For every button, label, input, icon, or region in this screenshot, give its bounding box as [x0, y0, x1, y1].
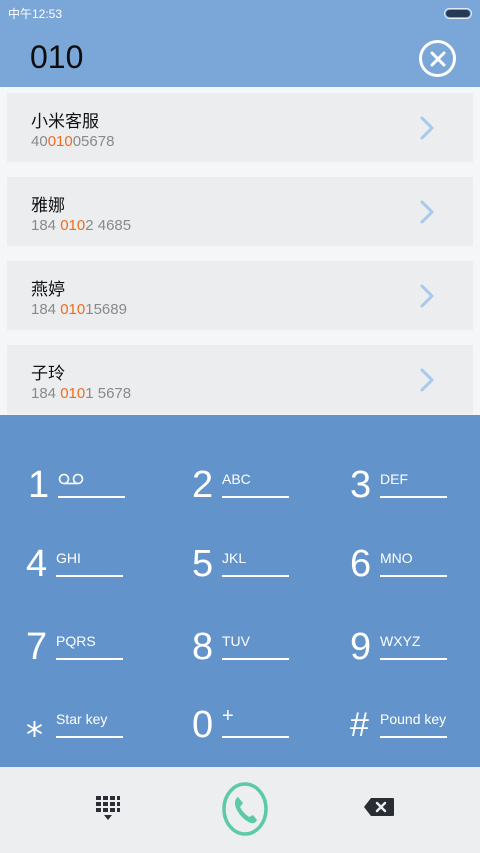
chevron-right-icon[interactable]	[419, 116, 435, 140]
key-2[interactable]: 2 ABC	[192, 463, 332, 523]
key-pound[interactable]: # Pound key	[350, 703, 480, 763]
match-highlight: 010	[60, 301, 86, 318]
call-icon	[234, 797, 257, 824]
star-icon: ⁎	[26, 706, 43, 744]
key-underline	[222, 575, 289, 577]
key-underline	[56, 658, 123, 660]
key-letters: TUV	[222, 633, 250, 649]
bottom-action-bar	[0, 767, 480, 853]
chevron-right-icon[interactable]	[419, 200, 435, 224]
contact-name: 雅娜	[31, 196, 65, 216]
key-underline	[56, 575, 123, 577]
key-0[interactable]: 0 +	[192, 703, 332, 763]
key-digit: 5	[192, 543, 214, 585]
key-7[interactable]: 7 PQRS	[26, 625, 166, 685]
key-underline	[380, 658, 447, 660]
key-digit: 7	[26, 626, 48, 668]
contact-name: 小米客服	[31, 112, 99, 132]
match-highlight: 010	[47, 133, 73, 150]
key-digit: 3	[350, 464, 372, 506]
list-item[interactable]: 小米客服 4001005678	[7, 93, 473, 162]
key-4[interactable]: 4 GHI	[26, 542, 166, 602]
dial-number-display[interactable]: 010	[30, 39, 83, 76]
key-underline	[222, 658, 289, 660]
list-item[interactable]: 雅娜 184 0102 4685	[7, 177, 473, 246]
contact-number: 4001005678	[31, 133, 115, 150]
key-letters: GHI	[56, 550, 81, 566]
search-results-list: 小米客服 4001005678 雅娜 184 0102 4685 燕婷 184 …	[0, 87, 480, 415]
list-item[interactable]: 子玲 184 0101 5678	[7, 345, 473, 414]
contact-name: 子玲	[31, 364, 65, 384]
pound-icon: #	[350, 706, 369, 744]
contact-number: 184 0102 4685	[31, 217, 132, 234]
key-8[interactable]: 8 TUV	[192, 625, 332, 685]
key-digit: 4	[26, 543, 48, 585]
key-digit: 8	[192, 626, 214, 668]
close-icon	[430, 51, 445, 66]
dial-keypad: 1 2 ABC 3 DEF 4 GHI 5 JKL 6 MNO 7 PQRS 8…	[0, 415, 480, 767]
key-6[interactable]: 6 MNO	[350, 542, 480, 602]
key-underline	[58, 496, 125, 498]
keypad-icon[interactable]	[95, 795, 121, 821]
key-letters: JKL	[222, 550, 247, 566]
key-letters: Pound key	[380, 711, 447, 727]
contact-name: 燕婷	[31, 280, 65, 300]
key-underline	[222, 736, 289, 738]
key-digit: 6	[350, 543, 372, 585]
key-letters: DEF	[380, 471, 408, 487]
key-letters: +	[222, 705, 234, 727]
key-1[interactable]: 1	[28, 463, 168, 523]
key-star[interactable]: ⁎ Star key	[26, 703, 166, 763]
match-highlight: 010	[60, 217, 86, 234]
key-9[interactable]: 9 WXYZ	[350, 625, 480, 685]
voicemail-icon	[58, 473, 84, 485]
key-letters: WXYZ	[380, 633, 421, 649]
status-bar: 中午12:53	[0, 0, 480, 27]
battery-icon	[444, 8, 472, 19]
key-digit: 0	[192, 704, 214, 746]
call-button[interactable]	[221, 781, 269, 837]
status-time: 中午12:53	[8, 7, 63, 21]
clear-input-button[interactable]	[419, 40, 456, 77]
key-3[interactable]: 3 DEF	[350, 463, 480, 523]
contact-number: 184 0101 5678	[31, 385, 132, 402]
key-letters: MNO	[380, 550, 413, 566]
key-5[interactable]: 5 JKL	[192, 542, 332, 602]
contact-number: 184 01015689	[31, 301, 127, 318]
key-digit: 9	[350, 626, 372, 668]
key-underline	[222, 496, 289, 498]
key-underline	[380, 736, 447, 738]
key-underline	[380, 575, 447, 577]
key-letters: Star key	[56, 711, 108, 727]
chevron-right-icon[interactable]	[419, 284, 435, 308]
backspace-icon[interactable]	[363, 797, 395, 817]
dialer-header: 010	[0, 27, 480, 87]
key-letters: ABC	[222, 471, 251, 487]
key-digit: 2	[192, 464, 214, 506]
key-underline	[56, 736, 123, 738]
match-highlight: 010	[60, 385, 86, 402]
key-underline	[380, 496, 447, 498]
key-digit: 1	[28, 464, 50, 506]
key-letters: PQRS	[56, 633, 96, 649]
chevron-right-icon[interactable]	[419, 368, 435, 392]
list-item[interactable]: 燕婷 184 01015689	[7, 261, 473, 330]
